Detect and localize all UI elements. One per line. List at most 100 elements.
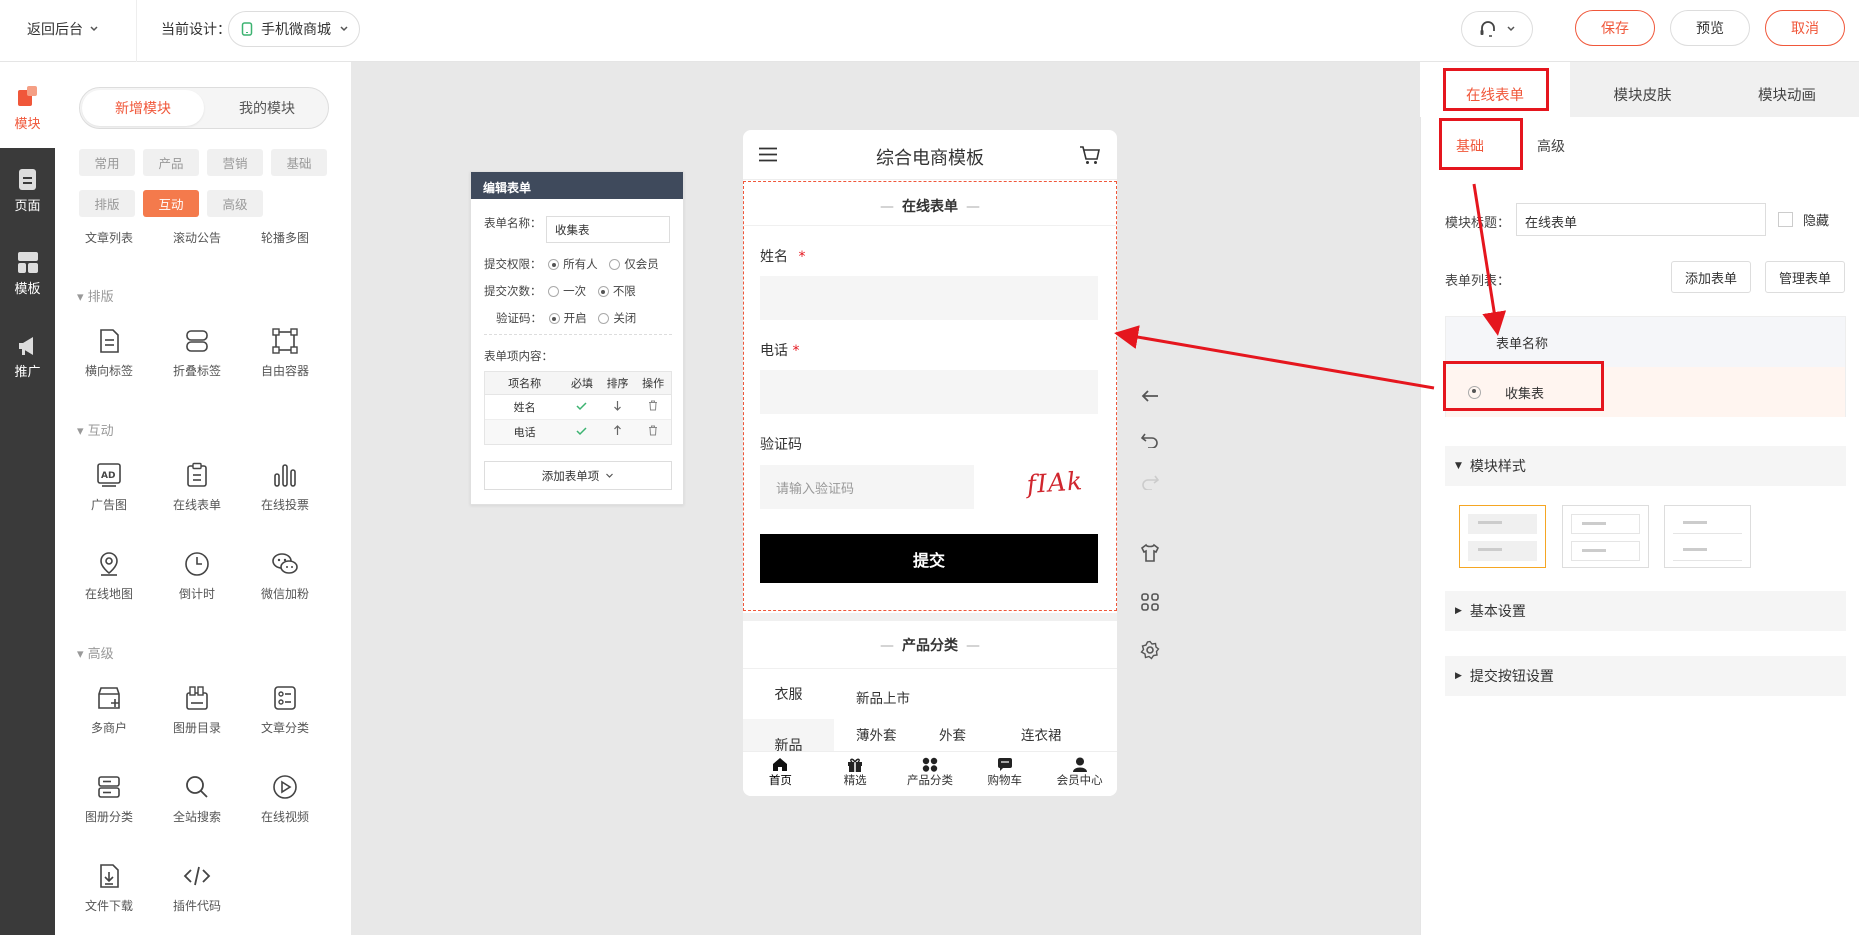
chip-layout[interactable]: 排版 (79, 190, 135, 217)
settings-gear-icon[interactable] (1140, 640, 1160, 660)
count-option-once[interactable]: 一次 (548, 284, 586, 298)
field-phone-input[interactable] (760, 370, 1098, 414)
nav-cart[interactable]: 购物车 (967, 752, 1042, 796)
widget-horizontal-tabs[interactable]: 横向标签 (64, 328, 154, 379)
move-down-icon[interactable] (600, 400, 636, 414)
manage-form-button[interactable]: 管理表单 (1765, 261, 1845, 293)
widget-gallery-directory[interactable]: 图册目录 (152, 685, 242, 736)
delete-icon[interactable] (635, 400, 671, 414)
support-dropdown[interactable] (1461, 11, 1533, 47)
chip-interactive[interactable]: 互动 (143, 190, 199, 217)
cart-icon[interactable] (1079, 145, 1101, 165)
preview-button[interactable]: 预览 (1670, 10, 1750, 46)
widget-ad-image[interactable]: AD 广告图 (64, 462, 154, 513)
widget-online-video[interactable]: 在线视频 (240, 774, 330, 825)
perm-option-all[interactable]: 所有人 (548, 257, 598, 271)
back-arrow-icon[interactable] (1140, 388, 1160, 404)
captcha-option-off[interactable]: 关闭 (598, 311, 636, 325)
category-subitem[interactable]: 薄外套 (856, 724, 897, 744)
move-up-icon[interactable] (600, 425, 636, 439)
captcha-input[interactable]: 请输入验证码 (760, 465, 974, 509)
chip-common[interactable]: 常用 (79, 149, 135, 176)
widget-file-download[interactable]: 文件下载 (64, 863, 154, 914)
field-name-input[interactable] (760, 276, 1098, 320)
module-title-input[interactable]: 在线表单 (1516, 203, 1766, 236)
style-option-2[interactable] (1562, 505, 1649, 568)
section-interactive[interactable]: ▾ 互动 (77, 420, 114, 439)
delete-icon[interactable] (635, 425, 671, 439)
nav-member[interactable]: 会员中心 (1042, 752, 1117, 796)
add-form-item-button[interactable]: 添加表单项 (484, 461, 672, 490)
document-icon (100, 329, 119, 353)
back-to-admin-button[interactable]: 返回后台 (27, 19, 99, 39)
section-advanced[interactable]: ▾ 高级 (77, 643, 114, 662)
count-option-unlimited[interactable]: 不限 (597, 284, 636, 298)
required-check-icon[interactable] (564, 426, 600, 439)
style-option-3[interactable] (1664, 505, 1751, 568)
section-title: 互动 (87, 424, 114, 439)
chip-advanced[interactable]: 高级 (207, 190, 263, 217)
tab-module-animation[interactable]: 模块动画 (1715, 84, 1859, 105)
chip-marketing[interactable]: 营销 (207, 149, 263, 176)
add-form-button[interactable]: 添加表单 (1671, 261, 1751, 293)
rail-item-templates[interactable]: 模板 (0, 251, 55, 297)
section-module-style[interactable]: ▼ 模块样式 (1445, 446, 1846, 486)
subtab-advanced[interactable]: 高级 (1537, 136, 1565, 156)
chip-basic[interactable]: 基础 (271, 149, 327, 176)
field-name-label: 姓名 * (760, 246, 805, 266)
rail-item-promote[interactable]: 推广 (0, 334, 55, 380)
rail-item-pages[interactable]: 页面 (0, 168, 55, 214)
rail-item-modules[interactable]: 模块 (0, 84, 55, 132)
redo-icon[interactable] (1140, 472, 1160, 490)
field-label-text: 电话 (760, 343, 788, 359)
style-option-1[interactable] (1459, 505, 1546, 568)
widget-countdown[interactable]: 倒计时 (152, 551, 242, 602)
captcha-option-on[interactable]: 开启 (548, 311, 587, 325)
category-subitem[interactable]: 外套 (939, 724, 966, 744)
perm-option-member[interactable]: 仅会员 (609, 257, 659, 271)
row-name: 姓名 (513, 401, 536, 414)
widget-label: 微信加粉 (260, 587, 309, 601)
widget-online-map[interactable]: 在线地图 (64, 551, 154, 602)
form-items-label: 表单项内容： (484, 349, 553, 363)
widget-article-category[interactable]: 文章分类 (240, 685, 330, 736)
widget-article-list[interactable]: 文章列表 (64, 229, 154, 246)
form-module[interactable]: — 在线表单 — 姓名 * 电话 * 验证码 请输入验证码 fIAk 提交 (743, 181, 1117, 611)
tab-module-skin[interactable]: 模块皮肤 (1570, 84, 1715, 105)
submit-button[interactable]: 提交 (760, 534, 1098, 583)
widget-online-vote[interactable]: 在线投票 (240, 462, 330, 513)
skin-shirt-icon[interactable] (1140, 543, 1160, 563)
hide-checkbox[interactable]: 隐藏 (1778, 210, 1829, 229)
save-button[interactable]: 保存 (1575, 10, 1655, 46)
cancel-button[interactable]: 取消 (1765, 10, 1845, 46)
undo-icon[interactable] (1140, 430, 1160, 448)
widget-carousel[interactable]: 轮播多图 (240, 229, 330, 246)
required-mark: * (798, 249, 806, 265)
captcha-label: 验证码 (760, 437, 802, 453)
nav-home[interactable]: 首页 (743, 752, 818, 796)
widget-plugin-code[interactable]: 插件代码 (152, 863, 242, 914)
widget-gallery-category[interactable]: 图册分类 (64, 774, 154, 825)
section-submit-settings[interactable]: ▶ 提交按钮设置 (1445, 656, 1846, 696)
tab-new-modules[interactable]: 新增模块 (82, 90, 204, 126)
widget-scroll-notice[interactable]: 滚动公告 (152, 229, 242, 246)
form-name-input[interactable]: 收集表 (546, 216, 670, 243)
captcha-image[interactable]: fIAk (1026, 466, 1088, 506)
category-subitem[interactable]: 连衣裙 (1021, 724, 1062, 744)
nav-featured[interactable]: 精选 (818, 752, 893, 796)
widget-wechat-follow[interactable]: 微信加粉 (240, 551, 330, 602)
nav-categories[interactable]: 产品分类 (893, 752, 968, 796)
design-select[interactable]: 手机微商城 (228, 11, 360, 47)
section-basic-settings[interactable]: ▶ 基本设置 (1445, 591, 1846, 631)
widget-multi-merchant[interactable]: 多商户 (64, 685, 154, 736)
category-item-clothes[interactable]: 衣服 (743, 669, 834, 719)
widget-site-search[interactable]: 全站搜索 (152, 774, 242, 825)
required-check-icon[interactable] (564, 401, 600, 414)
apps-icon[interactable] (1140, 592, 1160, 612)
widget-free-container[interactable]: 自由容器 (240, 328, 330, 379)
widget-collapse-tabs[interactable]: 折叠标签 (152, 328, 242, 379)
section-layout[interactable]: ▾ 排版 (77, 286, 114, 305)
tab-my-modules[interactable]: 我的模块 (206, 90, 328, 126)
widget-online-form[interactable]: 在线表单 (152, 462, 242, 513)
chip-product[interactable]: 产品 (143, 149, 199, 176)
